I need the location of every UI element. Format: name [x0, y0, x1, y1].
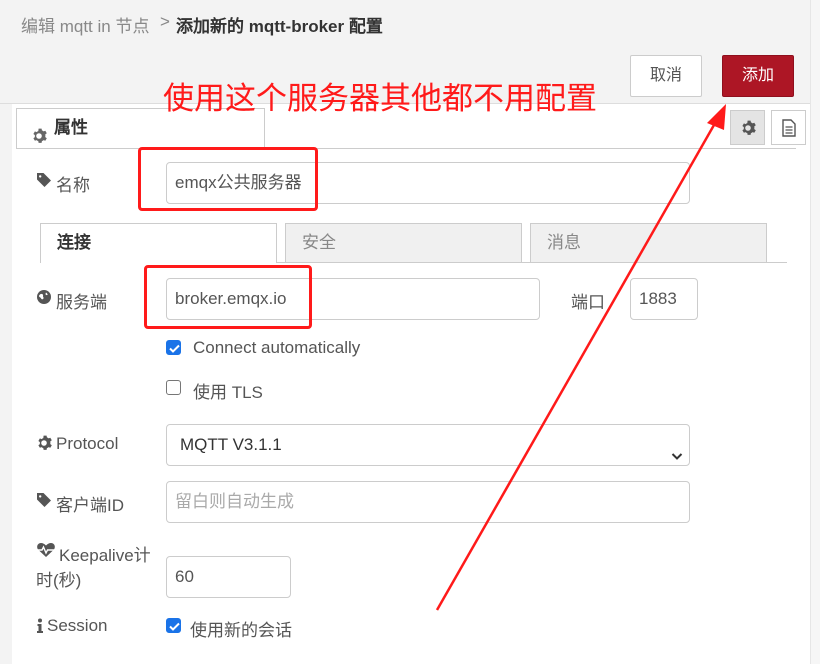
- tab-messages[interactable]: 消息: [530, 223, 767, 263]
- document-icon: [782, 119, 796, 137]
- port-input[interactable]: 1883: [630, 278, 698, 320]
- client-id-input[interactable]: 留白则自动生成: [166, 481, 690, 523]
- name-highlight-box: [138, 147, 318, 211]
- connect-auto-label: Connect automatically: [193, 338, 361, 357]
- inner-tab-divider: [277, 262, 787, 263]
- check-icon: [169, 622, 180, 631]
- cancel-button[interactable]: 取消: [630, 55, 702, 97]
- name-label: 名称: [56, 176, 90, 195]
- description-button[interactable]: [771, 110, 806, 145]
- info-icon: [36, 618, 44, 634]
- use-tls-label: 使用 TLS: [193, 383, 263, 402]
- tab-connection[interactable]: 连接: [40, 223, 277, 263]
- connect-auto-checkbox[interactable]: [166, 340, 181, 355]
- server-label: 服务端: [56, 293, 107, 312]
- keepalive-label-line1: Keepalive计: [59, 546, 151, 565]
- keepalive-input[interactable]: 60: [166, 556, 291, 598]
- client-id-placeholder: 留白则自动生成: [175, 492, 294, 511]
- dialog-header: 编辑 mqtt in 节点 > 添加新的 mqtt-broker 配置: [0, 0, 810, 44]
- session-checkbox-label: 使用新的会话: [190, 621, 292, 640]
- tab-divider: [16, 148, 796, 149]
- session-checkbox[interactable]: [166, 618, 181, 633]
- tag-icon: [36, 492, 52, 508]
- protocol-label: Protocol: [56, 434, 119, 453]
- scrollbar[interactable]: [810, 0, 820, 664]
- settings-button[interactable]: [730, 110, 765, 145]
- protocol-selected-value: MQTT V3.1.1: [180, 435, 282, 454]
- tag-icon: [36, 172, 52, 188]
- gear-icon: [36, 435, 52, 451]
- client-id-label: 客户端ID: [56, 496, 124, 515]
- breadcrumb-parent[interactable]: 编辑 mqtt in 节点: [21, 12, 149, 37]
- port-label: 端口: [571, 293, 605, 312]
- annotation-text: 使用这个服务器其他都不用配置: [163, 81, 597, 117]
- check-icon: [169, 344, 180, 353]
- session-label: Session: [47, 616, 108, 635]
- tab-properties-label: 属性: [54, 118, 88, 137]
- breadcrumb-separator: >: [160, 12, 170, 31]
- left-gutter: [0, 104, 12, 664]
- protocol-select[interactable]: MQTT V3.1.1: [166, 424, 690, 466]
- chevron-down-icon: [670, 438, 684, 460]
- heartbeat-icon: [36, 542, 56, 558]
- add-button[interactable]: 添加: [722, 55, 794, 97]
- breadcrumb-current: 添加新的 mqtt-broker 配置: [176, 17, 383, 36]
- gear-icon: [740, 120, 756, 136]
- tab-security[interactable]: 安全: [285, 223, 522, 263]
- use-tls-checkbox[interactable]: [166, 380, 181, 395]
- keepalive-label-line2: 时(秒): [36, 571, 82, 590]
- globe-icon: [36, 289, 52, 305]
- gear-icon: [31, 120, 47, 143]
- server-highlight-box: [144, 265, 312, 329]
